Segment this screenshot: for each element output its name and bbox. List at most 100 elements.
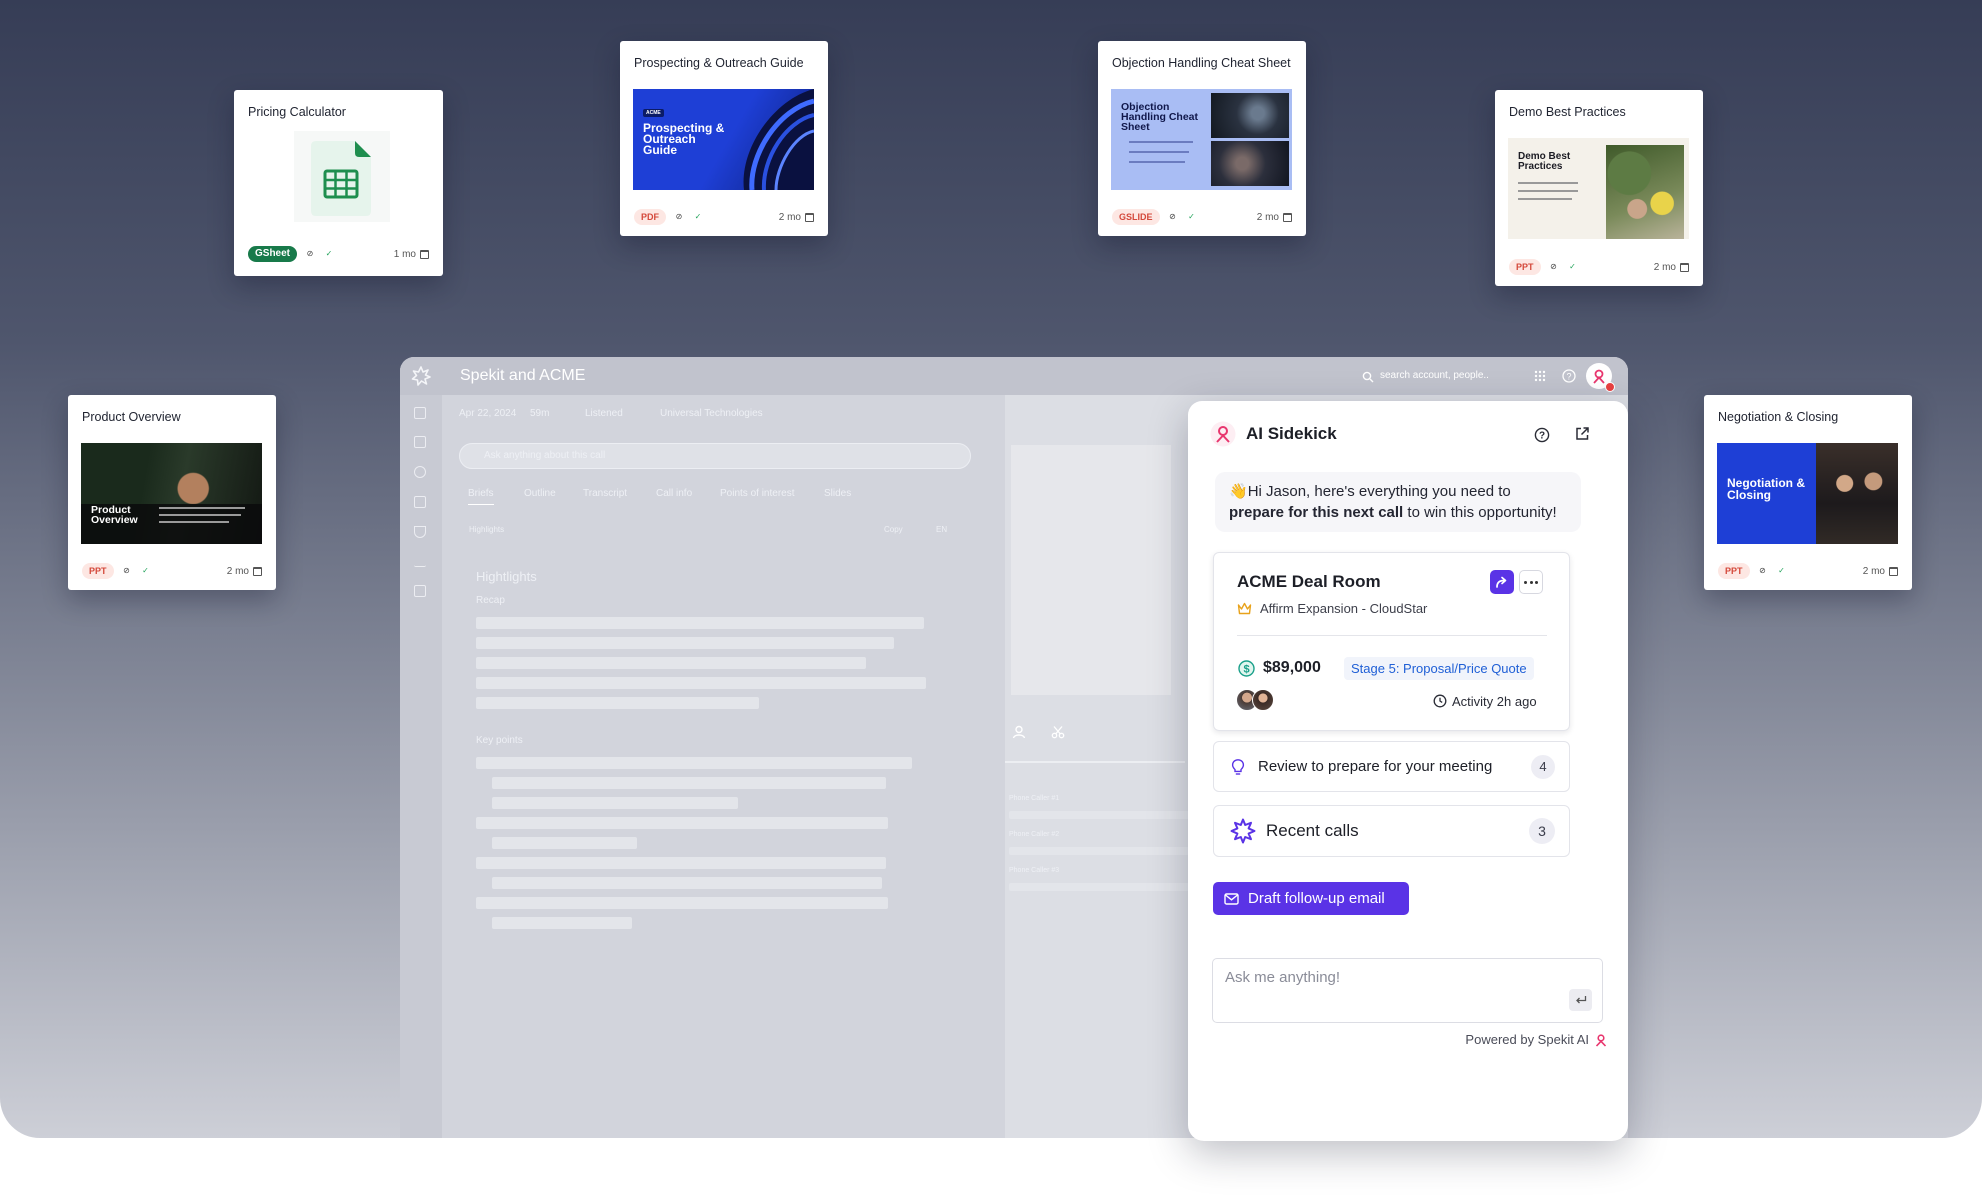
link-icon: ⊘ — [1759, 566, 1766, 575]
open-external-icon[interactable] — [1574, 426, 1590, 442]
card-thumbnail: Demo Best Practices — [1508, 138, 1689, 239]
language-select[interactable]: EN — [936, 525, 947, 534]
negotiation-closing-card[interactable]: Negotiation & Closing Negotiation & Clos… — [1704, 395, 1912, 590]
timeline-divider — [1005, 761, 1185, 763]
calendar-icon — [805, 212, 814, 222]
skeleton-line — [476, 757, 912, 769]
age-text: 2 mo — [1653, 261, 1676, 273]
review-meeting-row[interactable]: Review to prepare for your meeting 4 — [1213, 741, 1570, 792]
home-icon[interactable] — [414, 407, 426, 419]
caller-label: Phone Caller #3 — [1009, 867, 1060, 874]
global-search-input[interactable]: search account, people.. — [1380, 370, 1489, 381]
scissors-icon[interactable] — [1051, 725, 1065, 739]
skeleton-line — [476, 817, 888, 829]
thumb-heading: Objection Handling Cheat Sheet — [1121, 101, 1199, 133]
wave-emoji: 👋 — [1229, 483, 1248, 500]
greeting-tail: to win this opportunity! — [1403, 504, 1557, 521]
draft-follow-up-button[interactable]: Draft follow-up email — [1213, 882, 1409, 915]
more-dot — [1529, 580, 1533, 584]
pricing-calculator-card[interactable]: Pricing Calculator GSheet ⊘ ✓ 1 mo — [234, 90, 443, 276]
file-type-badge: PPT — [82, 563, 114, 579]
more-dot — [1535, 580, 1538, 584]
thumb-heading: Product Overview — [91, 504, 138, 526]
product-overview-card[interactable]: Product Overview Product Overview PPT ⊘ … — [68, 395, 276, 590]
more-dot — [1524, 580, 1527, 584]
skeleton-line — [476, 697, 759, 709]
key-points-label: Key points — [476, 735, 523, 746]
recent-calls-row[interactable]: Recent calls 3 — [1213, 805, 1570, 857]
file-type-badge: GSLIDE — [1112, 209, 1160, 225]
call-date: Apr 22, 2024 — [459, 408, 517, 419]
verified-icon: ✓ — [325, 249, 333, 258]
tab-outline[interactable]: Outline — [524, 488, 556, 499]
sidekick-header: AI Sidekick — [1210, 421, 1337, 447]
caller-track — [1009, 883, 1189, 891]
tasks-icon[interactable] — [414, 436, 426, 448]
deal-stage-badge[interactable]: Stage 5: Proposal/Price Quote — [1344, 657, 1534, 680]
thumb-tag: ACME — [643, 109, 664, 117]
briefcase-icon[interactable] — [414, 496, 426, 508]
share-button[interactable] — [1490, 570, 1514, 594]
deal-card[interactable]: ACME Deal Room Affirm Expansion - CloudS… — [1213, 552, 1570, 731]
calendar-icon — [1283, 212, 1292, 222]
verified-icon: ✓ — [1778, 566, 1785, 575]
left-rail — [400, 395, 442, 1138]
skeleton-line — [476, 617, 924, 629]
send-button[interactable] — [1569, 989, 1592, 1011]
tab-briefs[interactable]: Briefs — [468, 488, 494, 505]
ai-sidekick-panel: AI Sidekick ? 👋Hi Jason, here's everythi… — [1188, 401, 1628, 1141]
thumb-heading: Demo Best Practices — [1518, 151, 1571, 172]
spekit-ai-icon — [1595, 1033, 1607, 1047]
call-ask-input[interactable]: Ask anything about this call — [459, 443, 971, 469]
prospecting-guide-card[interactable]: Prospecting & Outreach Guide ACME Prospe… — [620, 41, 828, 236]
search-icon[interactable] — [1362, 371, 1374, 383]
help-icon[interactable]: ? — [1534, 427, 1550, 443]
age-text: 1 mo — [393, 248, 416, 260]
card-title: Demo Best Practices — [1509, 105, 1626, 119]
age-text: 2 mo — [778, 211, 801, 223]
thumb-text-line — [1518, 198, 1572, 200]
skeleton-line — [476, 897, 888, 909]
sidekick-ask-input[interactable]: Ask me anything! — [1212, 958, 1603, 1023]
card-age: 2 mo — [1654, 262, 1689, 273]
sidekick-icon — [1593, 369, 1605, 384]
avatar — [1252, 689, 1274, 711]
tab-points-of-interest[interactable]: Points of interest — [720, 488, 794, 499]
participant-icon[interactable] — [1012, 725, 1026, 739]
analytics-icon[interactable] — [414, 555, 426, 567]
share-icon — [1496, 576, 1507, 588]
link-icon: ⊘ — [1550, 262, 1557, 271]
greeting-message: 👋Hi Jason, here's everything you need to… — [1215, 472, 1581, 532]
participant-avatars[interactable] — [1236, 689, 1280, 711]
video-player[interactable] — [1011, 445, 1171, 695]
tab-slides[interactable]: Slides — [824, 488, 851, 499]
help-icon[interactable]: ? — [1562, 369, 1576, 383]
skeleton-line — [492, 917, 632, 929]
powered-by-text: Powered by Spekit AI — [1465, 1032, 1589, 1047]
highlights-filter[interactable]: Highlights — [469, 525, 504, 534]
card-thumbnail: ACME Prospecting & Outreach Guide — [633, 89, 814, 190]
crown-icon — [1237, 602, 1252, 615]
review-label: Review to prepare for your meeting — [1258, 758, 1493, 775]
spekit-logo-icon — [411, 366, 431, 386]
copy-button[interactable]: Copy — [884, 525, 903, 534]
recent-calls-label: Recent calls — [1266, 821, 1359, 840]
abstract-swirl-image — [743, 89, 814, 190]
link-icon: ⊘ — [123, 566, 130, 575]
more-options-button[interactable] — [1519, 570, 1543, 594]
powered-by: Powered by Spekit AI — [1465, 1032, 1608, 1047]
apps-grid-icon[interactable] — [1534, 370, 1546, 382]
card-footer: GSLIDE ⊘ ✓ 2 mo — [1112, 209, 1292, 225]
funnel-icon[interactable] — [414, 526, 426, 538]
calls-icon[interactable] — [414, 466, 426, 478]
tab-call-info[interactable]: Call info — [656, 488, 692, 499]
card-footer: PPT ⊘ ✓ 2 mo — [1509, 259, 1689, 275]
tab-transcript[interactable]: Transcript — [583, 488, 627, 499]
demo-best-practices-card[interactable]: Demo Best Practices Demo Best Practices … — [1495, 90, 1703, 286]
verified-icon: ✓ — [694, 212, 702, 221]
clock-icon — [1433, 694, 1447, 708]
calendar-icon[interactable] — [414, 585, 426, 597]
caller-label: Phone Caller #1 — [1009, 795, 1060, 802]
user-avatar[interactable] — [1586, 363, 1615, 392]
objection-handling-card[interactable]: Objection Handling Cheat Sheet Objection… — [1098, 41, 1306, 236]
